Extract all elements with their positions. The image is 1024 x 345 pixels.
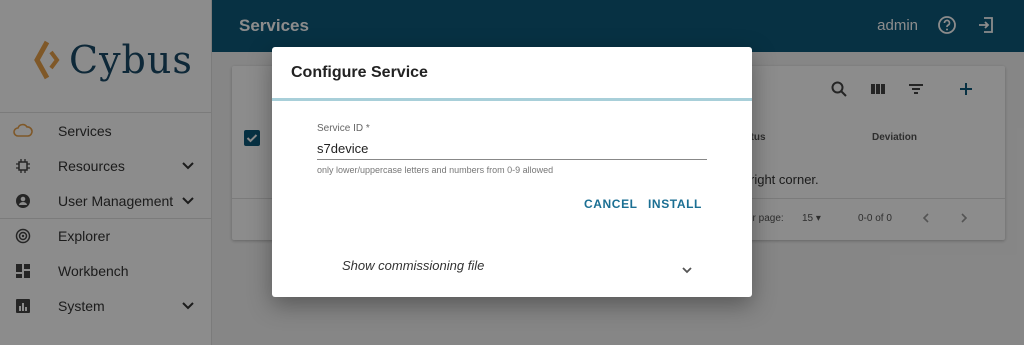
chevron-down-icon <box>682 267 692 274</box>
cancel-button[interactable]: CANCEL <box>584 197 638 211</box>
install-button[interactable]: INSTALL <box>648 197 702 211</box>
dialog-divider <box>272 98 752 101</box>
service-id-label: Service ID * <box>317 123 370 134</box>
service-id-helper-text: only lower/uppercase letters and numbers… <box>317 165 554 175</box>
dialog-title: Configure Service <box>291 64 428 81</box>
service-id-input[interactable] <box>317 138 707 160</box>
expander-label: Show commissioning file <box>342 258 485 273</box>
configure-service-dialog: Configure Service Service ID * only lowe… <box>272 47 752 297</box>
commissioning-file-expander[interactable]: Show commissioning file <box>272 245 752 285</box>
